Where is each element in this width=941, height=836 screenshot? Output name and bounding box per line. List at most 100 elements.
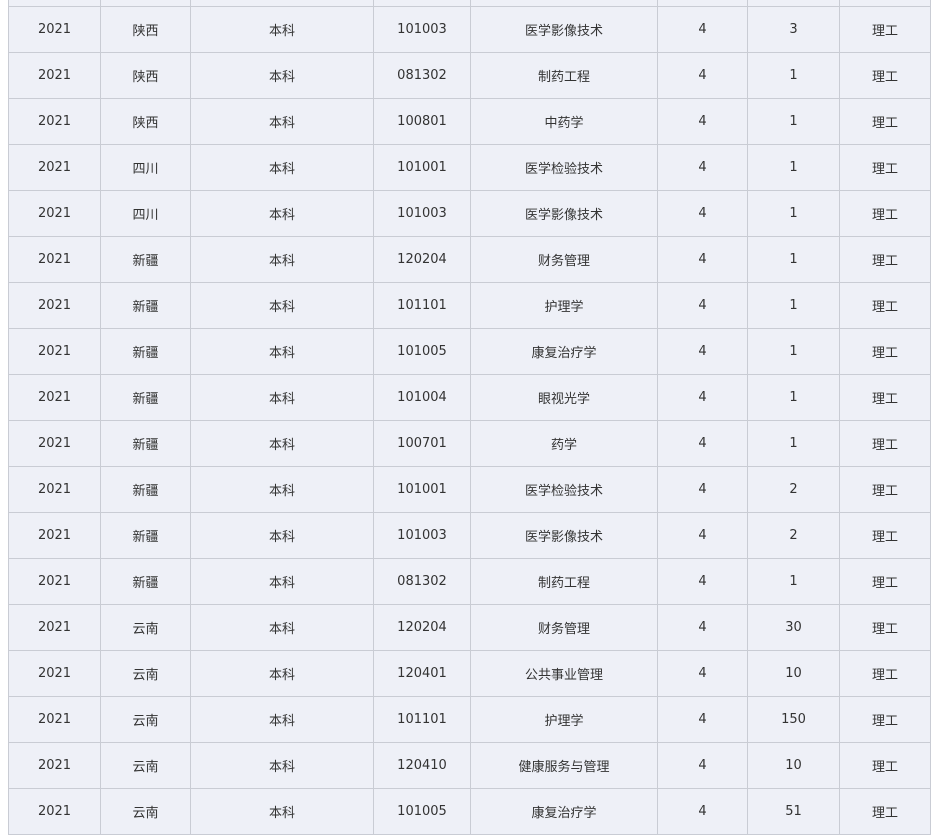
cell-subject-type: 理工 (839, 190, 931, 237)
cell-province: 新疆 (100, 374, 191, 421)
table-row: 2021 云南 本科 120410 健康服务与管理 4 10 理工 (8, 742, 931, 789)
cell-major-name: 医学检验技术 (470, 144, 658, 191)
cell-year: 2021 (8, 742, 101, 789)
cell-major-name: 健康服务与管理 (470, 742, 658, 789)
cell-plan-count: 1 (747, 52, 840, 99)
cell-major-name: 财务管理 (470, 236, 658, 283)
cell-subject-type: 理工 (839, 282, 931, 329)
cell-level: 本科 (190, 788, 374, 835)
cell-year: 2021 (8, 144, 101, 191)
table-row: 2021 新疆 本科 101004 眼视光学 4 1 理工 (8, 374, 931, 421)
cell-year: 2021 (8, 604, 101, 651)
cell-level: 本科 (190, 374, 374, 421)
cell-level: 本科 (190, 236, 374, 283)
table-row: 2021 新疆 本科 120204 财务管理 4 1 理工 (8, 236, 931, 283)
cell-major-code: 101001 (373, 466, 471, 513)
cell-major-name: 中药学 (470, 98, 658, 145)
cell-level: 本科 (190, 696, 374, 743)
cell-plan-count: 1 (747, 558, 840, 605)
cell-province: 新疆 (100, 282, 191, 329)
cell-major-code: 101003 (373, 6, 471, 53)
cell-subject-type: 理工 (839, 788, 931, 835)
cell-major-code: 081302 (373, 558, 471, 605)
cell-study-years: 4 (657, 52, 748, 99)
cell-study-years: 4 (657, 98, 748, 145)
cell-level: 本科 (190, 466, 374, 513)
cell-year: 2021 (8, 466, 101, 513)
cell-study-years: 4 (657, 696, 748, 743)
cell-province: 陕西 (100, 6, 191, 53)
cell-plan-count: 1 (747, 144, 840, 191)
cell-year: 2021 (8, 52, 101, 99)
cell-plan-count: 1 (747, 282, 840, 329)
cell-major-name: 护理学 (470, 696, 658, 743)
cell-province: 云南 (100, 742, 191, 789)
table-row: 2021 陕西 本科 081302 制药工程 4 1 理工 (8, 52, 931, 99)
admission-plan-table: 2021 陕西 本科 101003 医学影像技术 4 3 理工 2021 陕西 本科 081302 制药… (8, 0, 931, 835)
cell-major-code: 120401 (373, 650, 471, 697)
cell-major-code: 101004 (373, 374, 471, 421)
cell-subject-type: 理工 (839, 328, 931, 375)
cell-year: 2021 (8, 558, 101, 605)
cell-study-years: 4 (657, 466, 748, 513)
cell-year: 2021 (8, 512, 101, 559)
cell-level: 本科 (190, 650, 374, 697)
cell-province: 陕西 (100, 52, 191, 99)
cell-subject-type: 理工 (839, 236, 931, 283)
page: 2021 陕西 本科 101003 医学影像技术 4 3 理工 2021 陕西 本科 081302 制药… (0, 0, 941, 836)
cell-major-name: 护理学 (470, 282, 658, 329)
cell-plan-count: 30 (747, 604, 840, 651)
cell-major-code: 101101 (373, 696, 471, 743)
cell-province: 云南 (100, 650, 191, 697)
cell-subject-type: 理工 (839, 52, 931, 99)
cell-subject-type: 理工 (839, 144, 931, 191)
cell-subject-type: 理工 (839, 604, 931, 651)
cell-year: 2021 (8, 374, 101, 421)
cell-plan-count: 1 (747, 374, 840, 421)
cell-subject-type: 理工 (839, 512, 931, 559)
cell-province: 新疆 (100, 236, 191, 283)
cell-province: 云南 (100, 604, 191, 651)
cell-level: 本科 (190, 98, 374, 145)
cell-plan-count: 1 (747, 190, 840, 237)
cell-province: 云南 (100, 696, 191, 743)
cell-year: 2021 (8, 282, 101, 329)
cell-major-name: 医学影像技术 (470, 6, 658, 53)
cell-major-name: 制药工程 (470, 558, 658, 605)
cell-study-years: 4 (657, 788, 748, 835)
cell-subject-type: 理工 (839, 6, 931, 53)
table-row: 2021 云南 本科 101005 康复治疗学 4 51 理工 (8, 788, 931, 835)
cell-study-years: 4 (657, 190, 748, 237)
cell-major-name: 医学影像技术 (470, 190, 658, 237)
cell-major-code: 101005 (373, 788, 471, 835)
cell-major-name: 财务管理 (470, 604, 658, 651)
cell-major-name: 眼视光学 (470, 374, 658, 421)
cell-major-code: 100701 (373, 420, 471, 467)
table-row: 2021 新疆 本科 101005 康复治疗学 4 1 理工 (8, 328, 931, 375)
cell-study-years: 4 (657, 604, 748, 651)
cell-major-code: 120410 (373, 742, 471, 789)
cell-province: 新疆 (100, 328, 191, 375)
cell-province: 四川 (100, 190, 191, 237)
cell-subject-type: 理工 (839, 558, 931, 605)
cell-plan-count: 51 (747, 788, 840, 835)
cell-major-name: 药学 (470, 420, 658, 467)
cell-study-years: 4 (657, 558, 748, 605)
cell-level: 本科 (190, 742, 374, 789)
cell-plan-count: 3 (747, 6, 840, 53)
cell-major-code: 101003 (373, 190, 471, 237)
cell-level: 本科 (190, 420, 374, 467)
cell-subject-type: 理工 (839, 742, 931, 789)
cell-province: 新疆 (100, 466, 191, 513)
cell-study-years: 4 (657, 236, 748, 283)
cell-study-years: 4 (657, 512, 748, 559)
cell-plan-count: 2 (747, 512, 840, 559)
cell-major-name: 制药工程 (470, 52, 658, 99)
cell-major-name: 医学检验技术 (470, 466, 658, 513)
cell-subject-type: 理工 (839, 696, 931, 743)
cell-plan-count: 2 (747, 466, 840, 513)
cell-major-name: 康复治疗学 (470, 788, 658, 835)
cell-study-years: 4 (657, 282, 748, 329)
table-row: 2021 新疆 本科 081302 制药工程 4 1 理工 (8, 558, 931, 605)
cell-subject-type: 理工 (839, 466, 931, 513)
